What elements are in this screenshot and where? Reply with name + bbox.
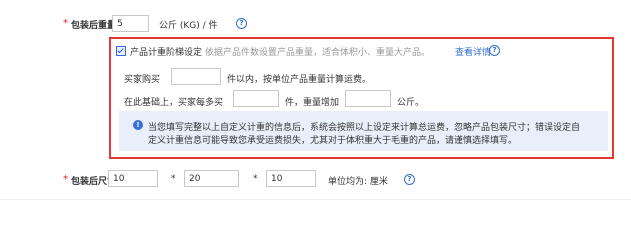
additional-suffix: 公斤。 [397,98,425,108]
required-star: * [63,18,68,29]
notice-line-1: 当您填写完整以上自定义计重的信息后，系统会按照以上设定来计算总运费，忽略产品包装… [148,123,581,133]
times-sign: * [171,174,176,184]
notice-line-2: 定义计重信息可能导致您承受运费损失，尤其对于体积重大于毛重的产品，请谨慎选择填写… [148,136,518,146]
question-circle-icon[interactable]: ? [404,174,415,185]
additional-middle: 件，重量增加 [285,98,340,108]
question-circle-icon[interactable]: ? [236,18,247,29]
package-height-input[interactable] [266,170,316,187]
view-details-link[interactable]: 查看详情 [455,45,491,58]
times-sign: * [253,174,258,184]
package-weight-unit: 公斤 (KG) / 件 [159,21,218,31]
buy-within-suffix: 件以内，按单位产品重量计算运费。 [227,75,372,85]
info-circle-icon: ! [133,120,143,130]
tiered-weight-checkbox[interactable] [116,46,126,56]
package-width-input[interactable] [184,170,239,187]
tiered-weight-hint: 依据产品件数设置产品重量，适合体积小、重量大产品。 [205,48,431,58]
package-weight-input[interactable] [112,15,149,32]
question-circle-icon[interactable]: ? [489,45,500,56]
additional-weight-input[interactable] [345,90,391,107]
tiered-weight-checkbox-label[interactable]: 产品计重阶梯设定 [130,45,202,58]
buy-within-prefix: 买家购买 [124,75,161,85]
package-length-input[interactable] [108,170,158,187]
additional-quantity-input[interactable] [233,90,279,107]
divider [0,199,631,200]
buy-within-quantity-input[interactable] [171,68,221,85]
required-star: * [63,174,68,185]
package-size-unit: 单位均为: 厘米 [328,177,388,187]
additional-prefix: 在此基础上，买家每多买 [124,98,224,108]
